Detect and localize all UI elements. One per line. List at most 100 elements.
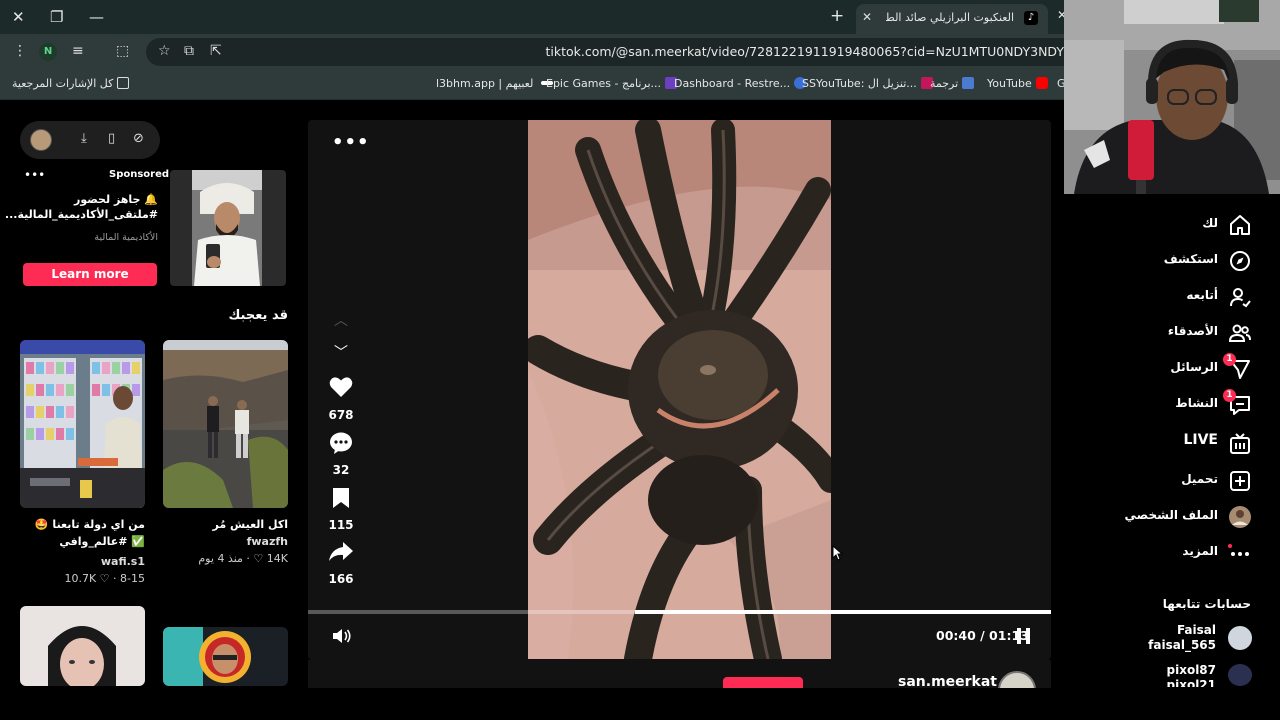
learn-more-button[interactable]: Learn more	[23, 263, 157, 286]
nav-label: تحميل	[1181, 472, 1218, 486]
share-count: 166	[328, 572, 354, 586]
save-count: 115	[328, 518, 354, 532]
avatar[interactable]	[1228, 626, 1252, 650]
author-name[interactable]: san.meerkat	[898, 674, 997, 688]
compass-icon	[1230, 251, 1250, 271]
bookmark-epic[interactable]: Epic Games - برنامج...	[546, 77, 681, 90]
nav-label: الرسائل	[1170, 360, 1218, 374]
tab-title: العنكبوت البرازيلي صائد الطيور	[886, 11, 1014, 24]
tab-close-icon[interactable]: ✕	[862, 10, 872, 24]
like-icon[interactable]	[328, 376, 354, 402]
reading-list-icon[interactable]: ≡	[72, 43, 84, 59]
recommended-video-card[interactable]	[163, 340, 288, 508]
bookmark-restream[interactable]: Dashboard - Restre...	[674, 77, 810, 90]
author-avatar[interactable]	[998, 671, 1036, 688]
ad-more-icon[interactable]: •••	[24, 168, 45, 182]
nav-activity[interactable]: النشاط 1	[1052, 389, 1252, 419]
nav-label: استكشف	[1163, 252, 1218, 266]
bookmark-all[interactable]: كل الإشارات المرجعية	[12, 77, 133, 90]
nav-label: الأصدقاء	[1167, 324, 1218, 338]
avatar[interactable]	[1228, 664, 1252, 686]
pause-icon[interactable]	[1017, 628, 1031, 644]
phone-icon[interactable]: ▯	[108, 131, 115, 146]
followed-account[interactable]: Faisal faisal_565	[1148, 623, 1216, 653]
nav-live[interactable]: LIVE	[1052, 430, 1252, 458]
sponsored-label: Sponsored	[109, 169, 170, 180]
menu-dots-icon[interactable]: ⋮	[13, 43, 27, 59]
translate-favicon-icon	[962, 77, 975, 89]
bookmark-ssyoutube[interactable]: SSYouTube: تنزيل ال...	[802, 77, 937, 90]
active-tab[interactable]: ✕ العنكبوت البرازيلي صائد الطيور ♪	[856, 4, 1048, 34]
volume-icon[interactable]	[332, 628, 352, 648]
recommended-video-card[interactable]	[20, 340, 145, 508]
nav-explore[interactable]: استكشف	[1052, 247, 1252, 275]
card-author[interactable]: wafi.s1	[20, 555, 145, 568]
nav-upload[interactable]: تحميل	[1052, 467, 1252, 495]
close-window-icon[interactable]: ✕	[12, 8, 25, 26]
prev-video-icon[interactable]: ︿	[328, 310, 354, 330]
more-options-icon[interactable]: •••	[332, 132, 370, 153]
account-name: pixol87	[1166, 663, 1217, 677]
nav-following[interactable]: أتابعه	[1052, 283, 1252, 311]
card-caption: من اي دولة تابعنا 🤩 ✅ #عالم_وافي	[34, 518, 145, 548]
url-text: tiktok.com/@san.meerkat/video/7281221911…	[545, 44, 1064, 59]
nav-friends[interactable]: الأصدقاء	[1052, 319, 1252, 347]
account-handle: faisal_565	[1148, 638, 1216, 652]
messages-badge: 1	[1223, 353, 1236, 366]
nav-profile[interactable]: الملف الشخصي	[1052, 503, 1252, 531]
nav-label: النشاط	[1175, 396, 1218, 410]
video-frame[interactable]	[528, 120, 831, 659]
ad-advertiser: الأكاديمية المالية	[94, 232, 158, 243]
nav-for-you[interactable]: لك	[1052, 211, 1252, 239]
bookmark-star-icon[interactable]: ☆	[158, 43, 171, 59]
followed-account[interactable]: pixol87 pixol21	[1167, 663, 1217, 687]
bookmark-l3bhm[interactable]: l3bhm.app | لعبيهم	[436, 77, 557, 90]
address-bar[interactable]: ☆ ⧉ ⇱ tiktok.com/@san.meerkat/video/7281…	[146, 38, 1064, 66]
card-caption: اكل العيش مُر	[212, 518, 288, 531]
live-icon	[1230, 433, 1250, 454]
webcam-overlay	[1064, 0, 1280, 194]
extensions-icon[interactable]: ⬚	[116, 43, 129, 59]
recommended-video-card[interactable]	[163, 627, 288, 686]
profile-icon	[1229, 506, 1251, 528]
nav-label: لك	[1202, 216, 1218, 230]
recommended-video-card[interactable]	[20, 606, 145, 686]
card-stats: 10.7K ♡ · 8-15	[64, 572, 145, 585]
video-player[interactable]: ••• ︿ ﹀ 678 32 115 166 00:40 / 01:13	[308, 120, 1051, 660]
more-icon	[1228, 544, 1249, 556]
compass-small-icon[interactable]: ⊘	[133, 131, 144, 146]
minimize-window-icon[interactable]: —	[89, 8, 104, 26]
home-icon	[1230, 215, 1250, 235]
like-count: 678	[328, 408, 354, 422]
activity-badge: 1	[1223, 389, 1236, 402]
nav-more[interactable]: المزيد	[1052, 539, 1252, 567]
mouse-cursor-icon	[832, 545, 844, 561]
avatar[interactable]	[30, 129, 52, 151]
share-icon[interactable]	[328, 542, 354, 566]
account-name: Faisal	[1176, 623, 1216, 637]
next-video-icon[interactable]: ﹀	[328, 342, 354, 362]
bookmark-youtube[interactable]: YouTube	[987, 77, 1052, 90]
ad-thumbnail[interactable]	[170, 170, 286, 286]
tab-bar: ✕ ❐ — + ✕ العنكبوت البرازيلي صائد الطيور…	[0, 0, 1067, 34]
comment-count: 32	[332, 463, 350, 477]
new-tab-icon[interactable]: +	[830, 6, 844, 26]
upload-icon	[1230, 471, 1250, 491]
restore-window-icon[interactable]: ❐	[50, 8, 63, 26]
card-author[interactable]: fwazfh	[163, 535, 288, 548]
download-icon[interactable]: ⤓	[81, 131, 87, 146]
follow-button[interactable]	[723, 677, 803, 688]
profile-avatar[interactable]: N	[39, 43, 57, 61]
translate-icon[interactable]: ⧉	[184, 43, 194, 59]
bookmark-icon[interactable]	[328, 487, 354, 513]
following-icon	[1230, 288, 1251, 308]
nav-label: LIVE	[1183, 432, 1218, 448]
browser-toolbar: ⋮ N ≡ ⬚ ☆ ⧉ ⇱ tiktok.com/@san.meerkat/vi…	[0, 34, 1064, 70]
nav-messages[interactable]: الرسائل 1	[1052, 353, 1252, 383]
comment-icon[interactable]	[328, 432, 354, 458]
progress-fill	[635, 610, 1051, 614]
bookmark-translate[interactable]: ترجمة	[930, 77, 978, 90]
share-icon[interactable]: ⇱	[210, 43, 222, 59]
ad-text: 🔔 جاهز لحضور #ملتقى_الأكاديمية_المالية..…	[4, 193, 158, 221]
following-accounts-title: حسابات تتابعها	[1162, 597, 1251, 611]
